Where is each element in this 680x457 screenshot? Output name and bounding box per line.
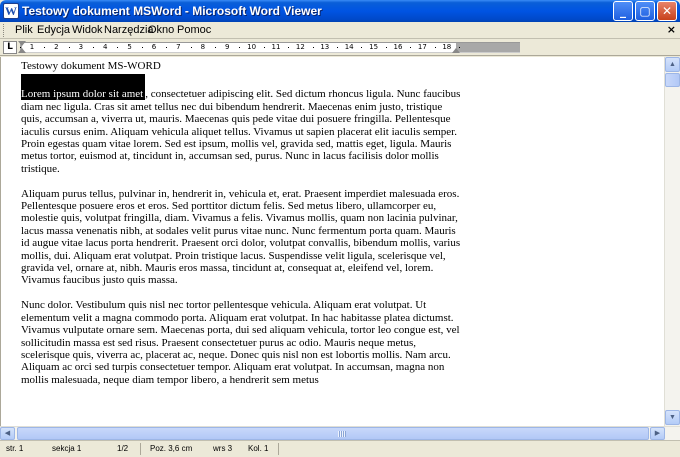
menu-widok[interactable]: Widok <box>72 24 103 36</box>
horizontal-ruler[interactable]: 1 2 3 4 5 6 7 8 9 10 11 12 13 14 15 16 17 18 <box>19 42 520 53</box>
status-column: Kol. 1 <box>248 444 269 453</box>
ruler-tick <box>361 47 363 48</box>
scroll-grip-icon <box>338 431 346 437</box>
ruler-number: 14 <box>344 43 354 51</box>
document-heading: Testowy dokument MS-WORD <box>21 60 161 72</box>
status-section: sekcja 1 <box>52 444 82 453</box>
tab-selector[interactable]: L <box>3 41 17 54</box>
status-position: Poz. 3,6 cm <box>150 444 193 453</box>
ruler-tick <box>385 47 387 48</box>
ruler-tick <box>337 47 338 48</box>
paragraph-1[interactable]: Lorem ipsum dolor sit amet, consectetuer… <box>21 74 461 175</box>
document-area[interactable]: Testowy dokument MS-WORD Lorem ipsum dol… <box>0 57 664 426</box>
maximize-button[interactable]: ▢ <box>635 1 655 21</box>
status-page: str. 1 <box>6 444 24 453</box>
ruler-tick <box>44 47 46 48</box>
window-title: Testowy dokument MSWord - Microsoft Word… <box>22 4 322 18</box>
horizontal-scroll-thumb[interactable] <box>17 427 649 440</box>
ruler-tick <box>263 47 265 48</box>
maximize-icon: ▢ <box>639 4 651 18</box>
ruler-number: 10 <box>247 43 257 51</box>
ruler-tick <box>141 47 143 48</box>
ruler-number: 6 <box>151 43 157 51</box>
up-arrow-icon: ▲ <box>669 61 676 68</box>
ruler-tick <box>410 47 412 48</box>
ruler-tick <box>312 47 314 48</box>
scroll-up-button[interactable]: ▲ <box>665 57 680 72</box>
status-line: wrs 3 <box>213 444 233 453</box>
left-indent-marker[interactable] <box>18 48 26 53</box>
ruler-tick <box>434 47 436 48</box>
ruler-tick <box>68 47 70 48</box>
close-icon: ✕ <box>661 4 673 18</box>
menu-edycja[interactable]: Edycja <box>37 24 70 36</box>
ruler-number: 12 <box>295 43 305 51</box>
ruler-number: 7 <box>176 43 181 51</box>
title-bar[interactable]: W Testowy dokument MSWord - Microsoft Wo… <box>0 0 680 22</box>
menu-narzedzia[interactable]: Narzędzia <box>104 24 154 36</box>
ruler-right-margin <box>456 43 520 52</box>
status-separator <box>278 443 279 455</box>
ruler-tick <box>215 47 216 48</box>
ruler-number: 4 <box>102 43 108 51</box>
text-selection[interactable]: Lorem ipsum dolor sit amet <box>21 74 146 101</box>
vertical-scrollbar[interactable]: ▲ ▼ <box>664 57 680 426</box>
ruler-number: 8 <box>200 43 206 51</box>
ruler-number: 5 <box>127 43 132 51</box>
ruler-tick <box>166 47 168 48</box>
menu-okno[interactable]: Okno <box>148 24 174 36</box>
ruler-number: 9 <box>224 43 230 51</box>
document-close-button[interactable]: × <box>667 23 676 36</box>
paragraph-1-text: , consectetuer adipiscing elit. Sed dict… <box>21 88 461 175</box>
ruler-area: L 1 2 3 4 5 6 7 8 9 10 11 12 13 14 15 16 17 18 <box>0 39 680 56</box>
ruler-tick <box>288 47 290 48</box>
toolbar-grip[interactable] <box>3 24 6 37</box>
document-text[interactable]: Testowy dokument MS-WORD Lorem ipsum dol… <box>21 60 461 399</box>
ruler-number: 3 <box>78 43 84 51</box>
left-arrow-icon: ◀ <box>4 430 11 437</box>
close-button[interactable]: ✕ <box>657 1 677 21</box>
ruler-number: 15 <box>369 43 379 51</box>
horizontal-scrollbar[interactable]: ◀ ▶ <box>0 426 680 440</box>
word-viewer-icon[interactable]: W <box>3 3 19 19</box>
ruler-number: 18 <box>442 43 452 51</box>
right-indent-marker[interactable] <box>452 48 460 53</box>
minimize-button[interactable]: _ <box>613 1 633 21</box>
paragraph-3[interactable]: Nunc dolor. Vestibulum quis nisl nec tor… <box>21 299 461 386</box>
vertical-scroll-thumb[interactable] <box>665 73 680 87</box>
down-arrow-icon: ▼ <box>669 414 676 421</box>
scroll-down-button[interactable]: ▼ <box>665 410 680 425</box>
ruler-tick <box>190 47 192 48</box>
ruler-number: 1 <box>29 43 35 51</box>
scroll-right-button[interactable]: ▶ <box>650 427 665 440</box>
ruler-number: 16 <box>393 43 403 51</box>
ruler-tick <box>117 47 119 48</box>
status-page-count: 1/2 <box>117 444 129 453</box>
status-separator <box>140 443 141 455</box>
right-arrow-icon: ▶ <box>654 430 661 437</box>
ruler-number: 17 <box>417 43 427 51</box>
ruler-tick <box>239 47 241 48</box>
menu-bar: Plik Edycja Widok Narzędzia Okno Pomoc × <box>0 22 680 39</box>
scroll-left-button[interactable]: ◀ <box>0 427 15 440</box>
first-line-indent-marker[interactable] <box>18 41 26 46</box>
ruler-number: 11 <box>271 43 281 51</box>
ruler-number: 2 <box>54 43 59 51</box>
status-bar: str. 1 sekcja 1 1/2 Poz. 3,6 cm wrs 3 Ko… <box>0 440 680 457</box>
ruler-number: 13 <box>320 43 330 51</box>
ruler-tick <box>93 47 94 48</box>
paragraph-2[interactable]: Aliquam purus tellus, pulvinar in, hendr… <box>21 188 461 287</box>
minimize-icon: _ <box>620 4 626 18</box>
menu-plik[interactable]: Plik <box>15 24 33 36</box>
menu-pomoc[interactable]: Pomoc <box>177 24 211 36</box>
